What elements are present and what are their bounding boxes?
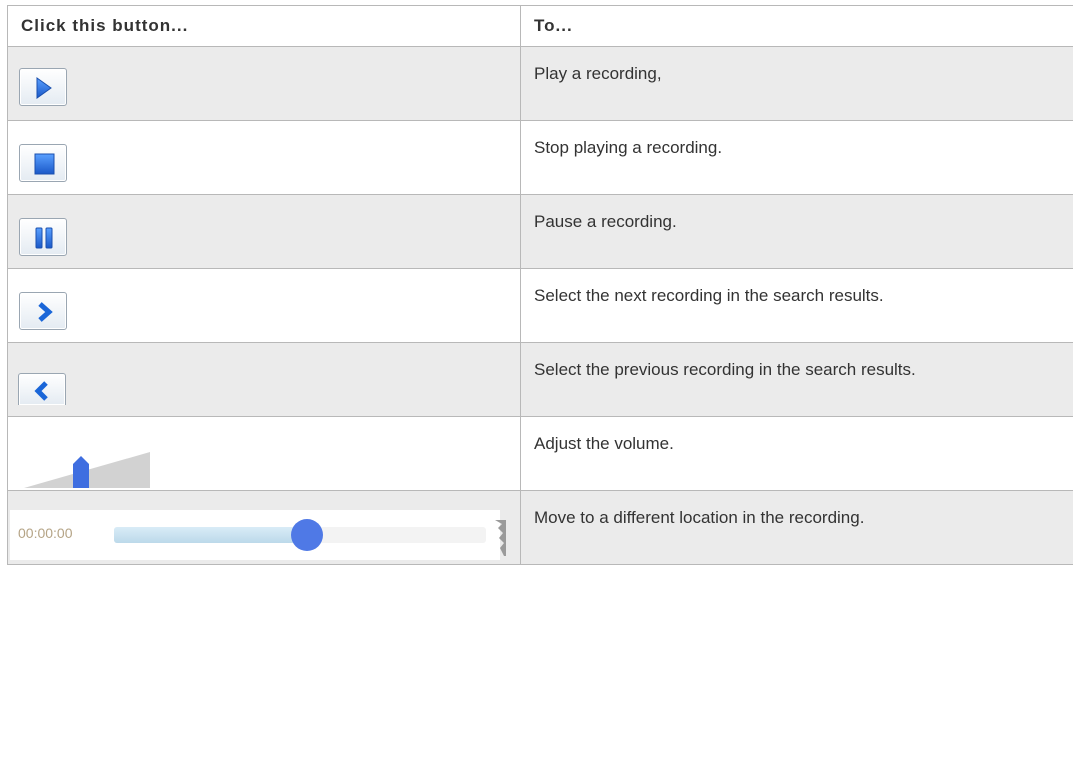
row-description: Move to a different location in the reco… [520,490,1073,565]
table-row: Stop playing a recording. [7,120,1073,195]
table-row: Play a recording, [7,46,1073,121]
previous-button[interactable] [18,373,66,405]
seek-thumb[interactable] [291,519,324,551]
seek-time-readout: 00:00:00 [18,525,73,541]
play-icon [36,77,52,99]
icon-cell [7,120,521,195]
table-row: Adjust the volume. [7,416,1073,491]
next-button[interactable] [19,292,67,330]
torn-edge-icon [495,520,506,556]
seek-bar[interactable]: 00:00:00 [10,510,506,560]
seek-track[interactable] [114,519,486,551]
next-icon [38,302,53,322]
table-row: 00:00:00 Move to a different location in… [7,490,1073,565]
row-description: Play a recording, [520,46,1073,121]
column-header-button: Click this button... [7,5,521,47]
play-button[interactable] [19,68,67,106]
icon-cell: 00:00:00 [7,490,521,565]
row-description: Adjust the volume. [520,416,1073,491]
stop-icon [34,153,55,175]
icon-cell [7,342,521,417]
seek-progress-fill [114,527,308,543]
table-row: Pause a recording. [7,194,1073,269]
icon-cell [7,194,521,269]
pause-button[interactable] [19,218,67,256]
column-header-action: To... [520,5,1073,47]
row-description: Select the previous recording in the sea… [520,342,1073,417]
icon-cell [7,46,521,121]
row-description: Select the next recording in the search … [520,268,1073,343]
pause-icon [35,227,53,249]
table-row: Select the previous recording in the sea… [7,342,1073,417]
volume-icon [24,452,150,488]
row-description: Stop playing a recording. [520,120,1073,195]
stop-button[interactable] [19,144,67,182]
button-reference-table: Click this button... To... Play a record… [7,5,1073,565]
table-header-row: Click this button... To... [7,5,1073,47]
icon-cell [7,268,521,343]
table-row: Select the next recording in the search … [7,268,1073,343]
previous-icon [34,381,48,401]
icon-cell [7,416,521,491]
row-description: Pause a recording. [520,194,1073,269]
